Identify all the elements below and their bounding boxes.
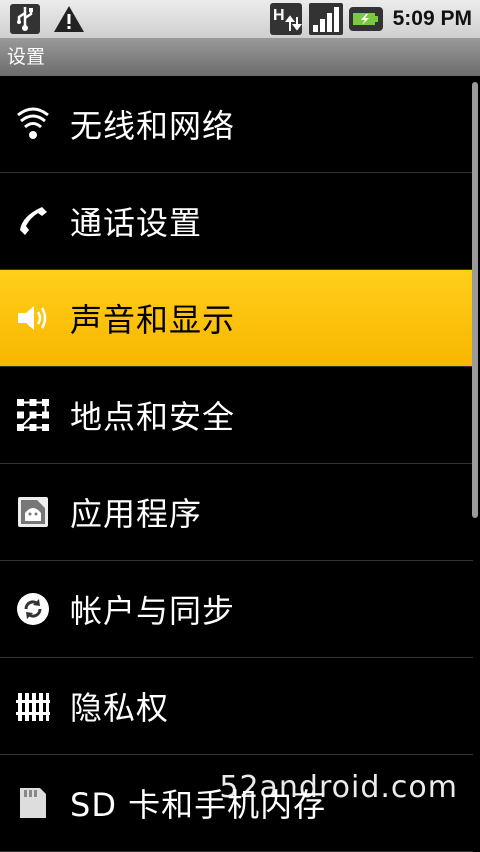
settings-item-privacy[interactable]: 隐私权 — [0, 658, 473, 755]
status-bar: H 5:09 PM — [0, 0, 480, 38]
network-h-icon: H — [269, 3, 303, 35]
settings-item-label: 帐户与同步 — [70, 592, 236, 630]
settings-item-sound-display[interactable]: 声音和显示 — [0, 270, 473, 367]
sync-icon — [15, 591, 51, 627]
applications-icon — [15, 494, 51, 530]
settings-item-label: 通话设置 — [70, 204, 203, 242]
privacy-icon — [15, 688, 51, 724]
settings-item-label: 无线和网络 — [70, 107, 236, 145]
network-type-label: H — [273, 7, 285, 24]
page-title: 设置 — [0, 38, 480, 76]
settings-item-label: 声音和显示 — [70, 301, 236, 339]
settings-item-wireless-networks[interactable]: 无线和网络 — [0, 76, 473, 173]
clock: 5:09 PM — [392, 7, 472, 30]
scrollbar[interactable] — [472, 82, 478, 518]
settings-item-accounts-sync[interactable]: 帐户与同步 — [0, 561, 473, 658]
signal-icon — [308, 3, 343, 35]
sd-card-icon — [15, 785, 51, 821]
settings-list: 无线和网络 通话设置 声音和显示 地点和安全 应用程序 帐户与同步 隐私权 SD… — [0, 76, 473, 852]
battery-charging-icon — [348, 4, 383, 34]
settings-item-label: 地点和安全 — [70, 398, 236, 436]
settings-item-location-security[interactable]: 地点和安全 — [0, 367, 473, 464]
phone-icon — [15, 203, 51, 239]
warning-icon — [52, 4, 86, 34]
pattern-lock-icon — [15, 397, 51, 433]
watermark-text: 52android.com — [219, 770, 458, 805]
settings-item-label: 应用程序 — [70, 495, 203, 533]
settings-item-applications[interactable]: 应用程序 — [0, 464, 473, 561]
settings-item-label: 隐私权 — [70, 689, 170, 727]
wifi-icon — [15, 106, 51, 142]
speaker-icon — [15, 300, 51, 336]
settings-item-call-settings[interactable]: 通话设置 — [0, 173, 473, 270]
usb-icon — [8, 4, 42, 34]
